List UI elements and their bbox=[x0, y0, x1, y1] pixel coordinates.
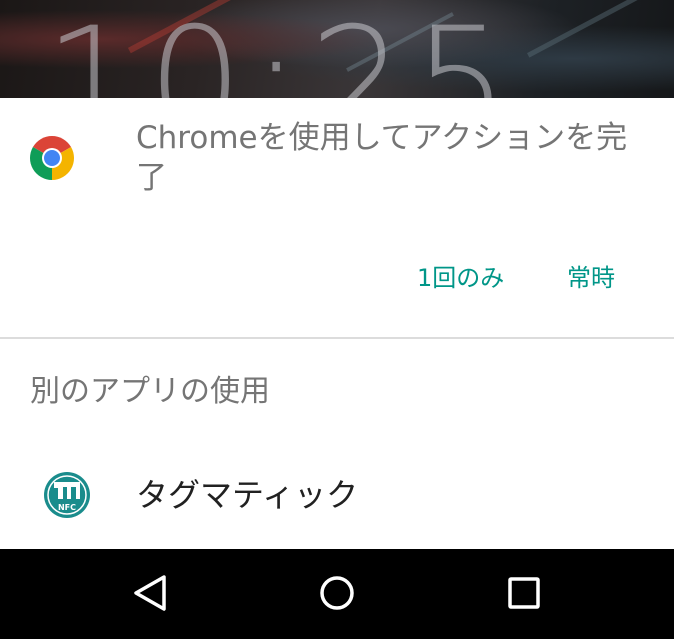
divider bbox=[0, 337, 674, 339]
lockscreen-wallpaper: 10:25 bbox=[0, 0, 674, 98]
navigation-bar bbox=[0, 549, 674, 639]
chrome-icon bbox=[30, 136, 74, 180]
home-icon[interactable] bbox=[315, 571, 359, 615]
chooser-actions: 1回のみ 常時 bbox=[0, 248, 674, 308]
tagmatic-nfc-icon: NFC bbox=[44, 472, 90, 518]
tagmatic-icon-text: NFC bbox=[58, 503, 76, 512]
app-label: タグマティック bbox=[136, 476, 359, 514]
chooser-title: Chromeを使用してアクションを完了 bbox=[136, 120, 628, 196]
app-list-item-tagmatic[interactable]: NFC タグマティック bbox=[0, 456, 674, 536]
app-chooser-sheet: Chromeを使用してアクションを完了 1回のみ 常時 別のアプリの使用 NFC… bbox=[0, 98, 674, 549]
just-once-button[interactable]: 1回のみ bbox=[417, 260, 504, 296]
wallpaper-streak bbox=[527, 0, 653, 58]
back-icon[interactable] bbox=[128, 571, 172, 615]
recents-icon[interactable] bbox=[502, 571, 546, 615]
default-app-row: Chromeを使用してアクションを完了 bbox=[0, 98, 674, 218]
lockscreen-clock: 10:25 bbox=[44, 0, 517, 98]
other-apps-heading: 別のアプリの使用 bbox=[30, 374, 270, 409]
always-button[interactable]: 常時 bbox=[567, 260, 615, 296]
